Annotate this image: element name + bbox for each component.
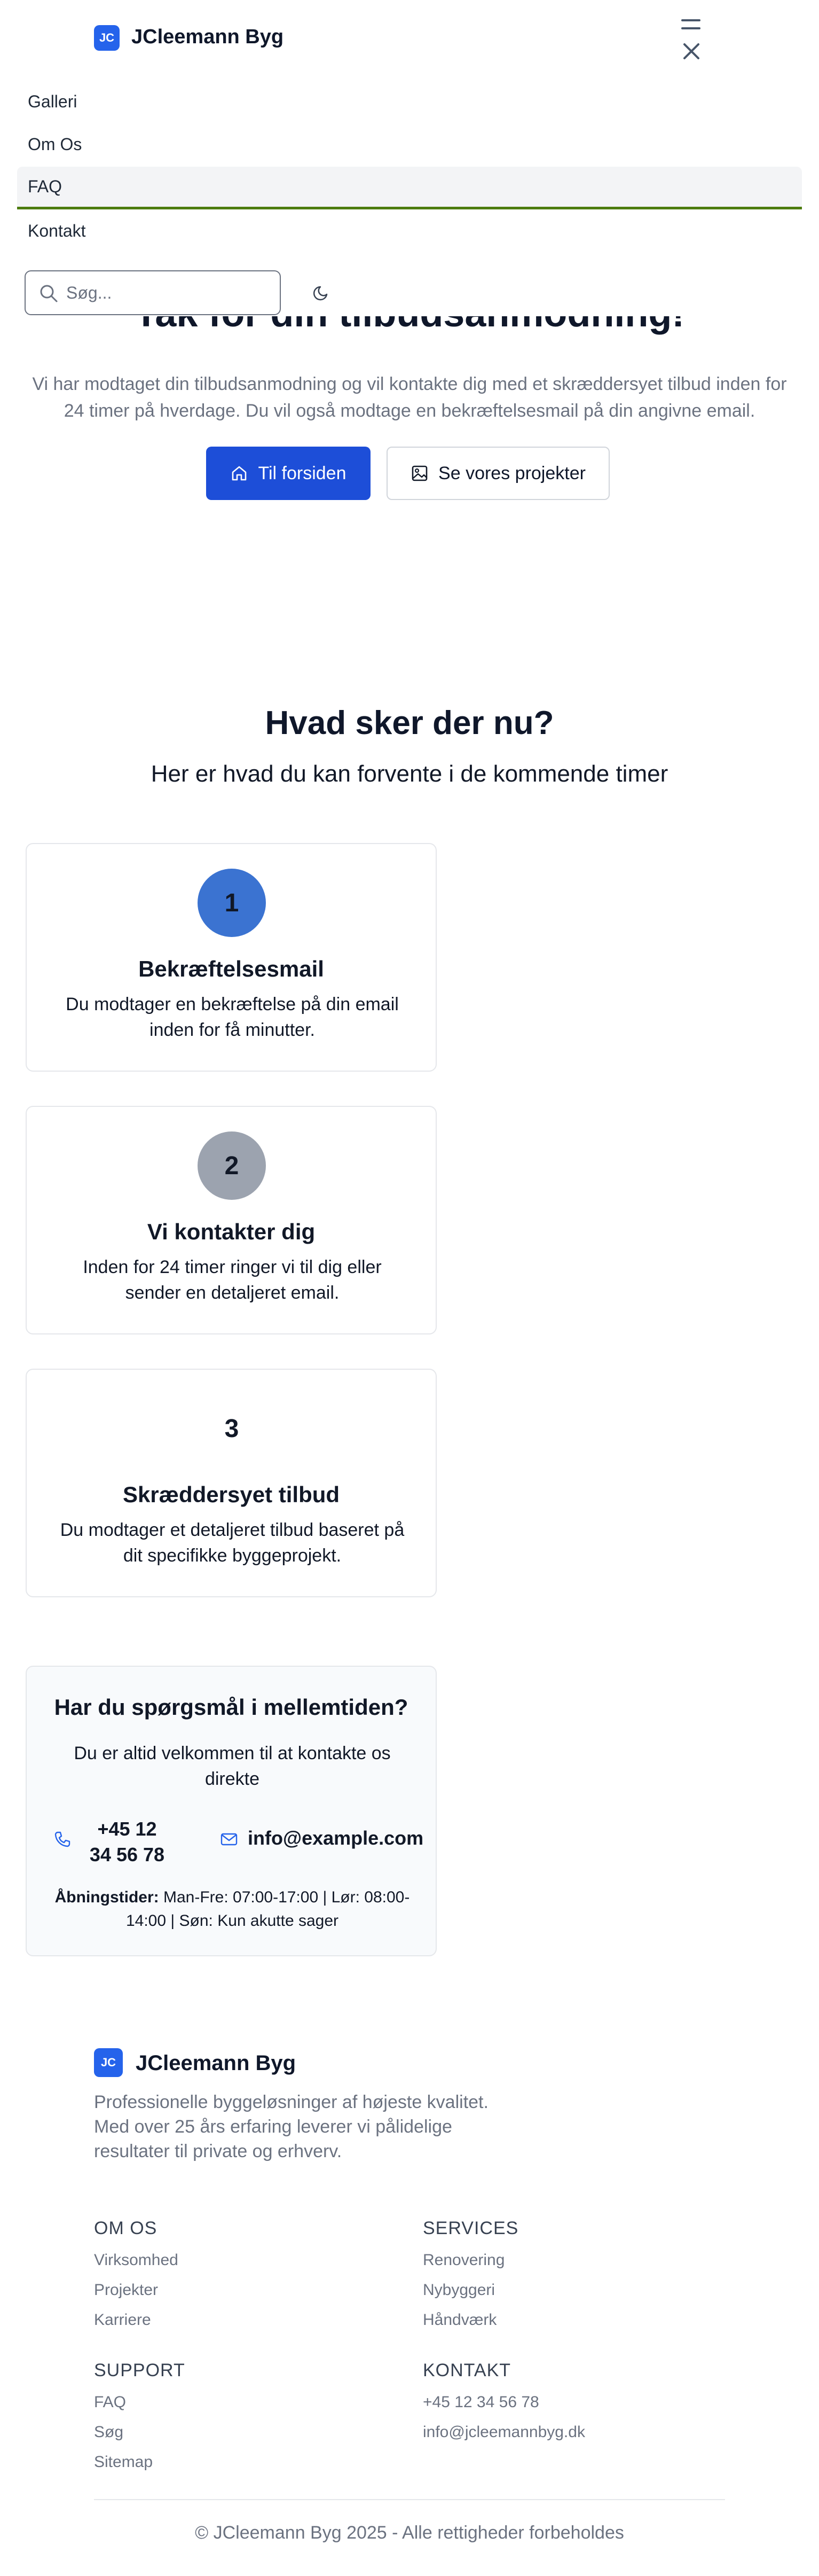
step-number: 1 [224, 888, 239, 917]
step-number-badge: 3 [198, 1394, 266, 1463]
footer-heading-kontakt: KONTAKT [423, 2360, 511, 2380]
home-button[interactable]: Til forsiden [206, 447, 371, 500]
logo-initials: JC [99, 31, 115, 44]
step-title: Vi kontakter dig [147, 1219, 316, 1244]
hero-text: Vi har modtaget din tilbudsanmodning og … [32, 374, 787, 421]
step-card: 2 Vi kontakter dig Inden for 24 timer ri… [26, 1106, 437, 1334]
step-title: Skræddersyet tilbud [122, 1482, 340, 1507]
footer-link[interactable]: Virksomhed [94, 2251, 178, 2269]
contact-box-title: Har du spørgsmål i mellemtiden? [54, 1695, 408, 1720]
footer-divider [94, 2499, 725, 2500]
menu-item-label: Om Os [28, 134, 82, 154]
menu-item-label: Galleri [28, 91, 77, 111]
contact-box: Har du spørgsmål i mellemtiden? Du er al… [26, 1666, 437, 1956]
logo-badge[interactable]: JC [94, 25, 120, 51]
home-button-label: Til forsiden [258, 463, 346, 483]
footer-heading-services: SERVICES [423, 2218, 519, 2238]
step-number: 3 [224, 1414, 239, 1443]
moon-icon[interactable] [313, 283, 331, 301]
step-card: 1 Bekræftelsesmail Du modtager en bekræf… [26, 843, 437, 1072]
projects-button[interactable]: Se vores projekter [387, 447, 610, 500]
footer-link[interactable]: Renovering [423, 2251, 505, 2269]
footer-heading-support: SUPPORT [94, 2360, 185, 2380]
footer-link[interactable]: info@jcleemannbyg.dk [423, 2423, 585, 2441]
step-title: Bekræftelsesmail [138, 956, 324, 981]
contact-phone[interactable]: +45 12 34 56 78 [84, 1816, 170, 1868]
footer-link[interactable]: FAQ [94, 2393, 126, 2411]
menu-item-om-os[interactable]: Om Os [17, 123, 802, 166]
step-text: Du modtager en bekræftelse på din email … [66, 994, 399, 1040]
search-input[interactable]: Søg... [25, 270, 281, 315]
opening-hours-label: Åbningstider: [54, 1888, 159, 1906]
step-card: 3 Skræddersyet tilbud Du modtager et det… [26, 1369, 437, 1597]
footer-heading-om-os: OM OS [94, 2218, 158, 2238]
step-number: 2 [224, 1151, 239, 1180]
search-icon [40, 285, 58, 302]
search-placeholder: Søg... [66, 283, 112, 302]
menu-item-galleri[interactable]: Galleri [17, 80, 802, 123]
copyright: © JCleemann Byg 2025 - Alle rettigheder … [195, 2523, 624, 2543]
menu-item-label: FAQ [28, 177, 62, 196]
footer-link[interactable]: Projekter [94, 2281, 158, 2299]
contact-email[interactable]: info@example.com [248, 1827, 423, 1849]
menu-item-faq[interactable]: FAQ [17, 167, 802, 209]
section-title: Hvad sker der nu? [265, 705, 554, 741]
menu-lines-icon[interactable] [681, 19, 700, 29]
step-text: Inden for 24 timer ringer vi til dig ell… [83, 1257, 382, 1303]
footer-logo-initials: JC [100, 2056, 116, 2069]
mail-icon [220, 1833, 238, 1846]
step-number-badge: 2 [198, 1131, 266, 1200]
image-icon [412, 465, 428, 481]
footer-link[interactable]: Karriere [94, 2311, 151, 2329]
contact-box-text: Du er altid velkommen til at kontakte os… [74, 1743, 391, 1789]
footer-link[interactable]: Søg [94, 2423, 123, 2441]
footer-link[interactable]: Sitemap [94, 2453, 153, 2471]
opening-hours-value: Man-Fre: 07:00-17:00 | Lør: 08:00-14:00 … [125, 1888, 410, 1930]
footer-logo-badge[interactable]: JC [94, 2048, 123, 2077]
footer-description: Professionelle byggeløsninger af højeste… [94, 2092, 489, 2161]
opening-hours: Åbningstider: Man-Fre: 07:00-17:00 | Lør… [53, 1886, 411, 1933]
menu-item-kontakt[interactable]: Kontakt [17, 209, 802, 252]
footer-link[interactable]: Håndværk [423, 2311, 497, 2329]
footer-brand-name[interactable]: JCleemann Byg [136, 2051, 296, 2075]
footer-link[interactable]: +45 12 34 56 78 [423, 2393, 539, 2411]
hero-title-clip: Tak for din tilbudsanmodning! [0, 316, 819, 354]
section-subtitle: Her er hvad du kan forvente i de kommend… [151, 761, 668, 787]
step-text: Du modtager et detaljeret tilbud baseret… [60, 1520, 405, 1566]
menu-item-label: Kontakt [28, 221, 86, 240]
close-icon[interactable] [683, 43, 700, 60]
step-number-badge: 1 [198, 869, 266, 937]
footer-link[interactable]: Nybyggeri [423, 2281, 495, 2299]
home-icon [232, 466, 247, 481]
hero-title: Tak for din tilbudsanmodning! [0, 316, 819, 335]
phone-icon [54, 1831, 70, 1847]
projects-button-label: Se vores projekter [438, 463, 586, 483]
brand-name[interactable]: JCleemann Byg [131, 26, 284, 49]
